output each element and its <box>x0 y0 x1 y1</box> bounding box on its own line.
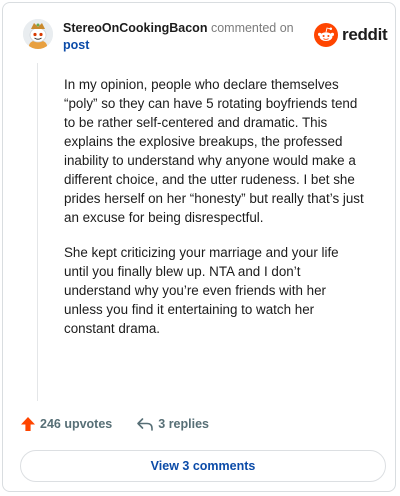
thread-line[interactable] <box>37 63 38 401</box>
reddit-logo[interactable]: reddit <box>314 23 388 47</box>
reddit-snoo-icon <box>314 23 338 47</box>
comment-paragraph-1: In my opinion, people who declare themse… <box>64 77 364 225</box>
post-link[interactable]: post <box>63 37 89 53</box>
username[interactable]: StereoOnCookingBacon <box>63 21 207 35</box>
reply-icon <box>137 418 154 431</box>
user-avatar[interactable] <box>23 19 53 49</box>
replies-count: 3 replies <box>158 417 209 431</box>
reddit-wordmark: reddit <box>342 25 388 44</box>
upvote-arrow-icon <box>21 417 35 431</box>
snoo-avatar-icon <box>23 19 53 49</box>
commented-on-text: commented on <box>210 21 294 35</box>
upvote-button[interactable]: 246 upvotes <box>20 416 112 432</box>
replies-button[interactable]: 3 replies <box>136 416 209 432</box>
comment-actions: 246 upvotes 3 replies <box>20 416 209 432</box>
comment-paragraph-2: She kept criticizing your marriage and y… <box>64 245 339 336</box>
comment-body: In my opinion, people who declare themse… <box>64 75 364 354</box>
upvotes-count: 246 upvotes <box>40 417 113 431</box>
comment-card: StereoOnCookingBacon commented on post r… <box>2 2 396 492</box>
view-comments-button[interactable]: View 3 comments <box>20 450 386 482</box>
comment-header: StereoOnCookingBacon commented on post <box>63 20 303 53</box>
